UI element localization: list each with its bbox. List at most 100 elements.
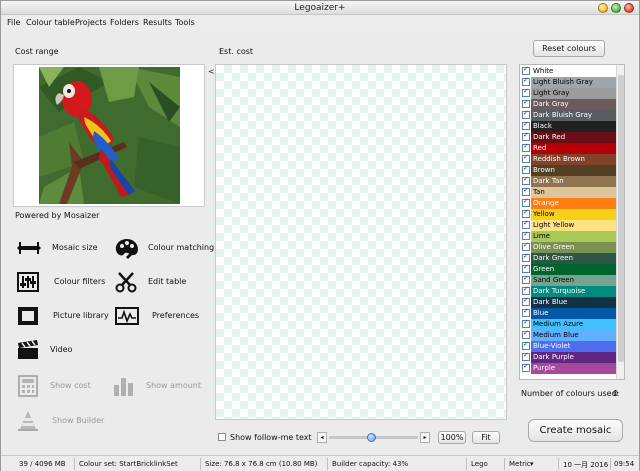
edit-table-tool[interactable]: Edit table	[114, 271, 209, 295]
colour-checkbox[interactable]	[522, 164, 530, 174]
colour-row[interactable]: Olive Green	[520, 241, 616, 253]
mosaic-canvas[interactable]	[215, 64, 507, 420]
colour-row[interactable]: Green	[520, 263, 616, 275]
status-separator	[610, 458, 611, 470]
picture-library-tool[interactable]: Picture library	[16, 305, 111, 329]
colour-checkbox[interactable]	[522, 98, 530, 108]
show-cost-tool[interactable]: Show cost	[16, 375, 111, 399]
colour-checkbox[interactable]	[522, 263, 530, 273]
colour-row[interactable]: Red	[520, 142, 616, 154]
colour-name: Tan	[533, 188, 545, 196]
menu-results[interactable]: Results	[143, 18, 172, 27]
colour-row[interactable]: Yellow	[520, 208, 616, 220]
colour-checkbox[interactable]	[522, 87, 530, 97]
colour-row[interactable]: Medium Azure	[520, 318, 616, 330]
reset-colours-button[interactable]: Reset colours	[533, 40, 605, 57]
colour-row[interactable]: Orange	[520, 197, 616, 209]
preferences-tool[interactable]: Preferences	[114, 305, 209, 329]
units-dropdown-icon[interactable]: ▾	[530, 460, 534, 468]
colour-name: Red	[533, 144, 547, 152]
colour-checkbox[interactable]	[522, 274, 530, 284]
colour-checkbox[interactable]	[522, 340, 530, 350]
colour-row[interactable]: Blue-Violet	[520, 340, 616, 352]
colour-checkbox[interactable]	[522, 208, 530, 218]
colour-row[interactable]: Black	[520, 120, 616, 132]
colour-checkbox[interactable]	[522, 65, 530, 75]
colour-checkbox[interactable]	[522, 351, 530, 361]
colour-row[interactable]: White	[520, 65, 616, 77]
colour-checkbox[interactable]	[522, 131, 530, 141]
colour-row[interactable]: Purple	[520, 362, 616, 374]
colour-row[interactable]: Medium Blue	[520, 329, 616, 341]
colour-filters-tool[interactable]: Colour filters	[16, 271, 111, 295]
colour-checkbox[interactable]	[522, 153, 530, 163]
colour-checkbox[interactable]	[522, 230, 530, 240]
colour-matching-tool[interactable]: Colour matching	[114, 237, 214, 261]
colour-list[interactable]: White Light Bluish Gray Light Gray Dark Gra…	[519, 64, 625, 380]
create-mosaic-button[interactable]: Create mosaic	[528, 419, 623, 442]
colour-swatch: Dark Green	[531, 253, 616, 264]
menu-file[interactable]: File	[7, 18, 20, 27]
colour-checkbox[interactable]	[522, 318, 530, 328]
colour-row[interactable]: Dark Turquoise	[520, 285, 616, 297]
scrollbar-thumb[interactable]	[618, 75, 624, 362]
show-builder-tool[interactable]: Show Builder	[16, 410, 111, 434]
colour-checkbox[interactable]	[522, 219, 530, 229]
colour-checkbox[interactable]	[522, 175, 530, 185]
colour-checkbox[interactable]	[522, 285, 530, 295]
colour-swatch: Blue	[531, 308, 616, 319]
colour-checkbox[interactable]	[522, 329, 530, 339]
slider-right-arrow-icon[interactable]: ▸	[420, 432, 430, 443]
show-follow-checkbox[interactable]	[218, 433, 226, 441]
zoom-value-button[interactable]: 100%	[438, 431, 466, 444]
colour-row[interactable]: Dark Red	[520, 131, 616, 143]
colour-row[interactable]: Dark Purple	[520, 351, 616, 363]
colour-row[interactable]: Dark Bluish Gray	[520, 109, 616, 121]
colour-checkbox[interactable]	[522, 120, 530, 130]
colour-row[interactable]: Lime	[520, 230, 616, 242]
mosaic-size-tool[interactable]: Mosaic size	[16, 237, 111, 261]
colour-row[interactable]: Dark Green	[520, 252, 616, 264]
colour-row[interactable]: Reddish Brown	[520, 153, 616, 165]
colour-list-scrollbar[interactable]	[616, 65, 624, 379]
collapse-panel-arrow[interactable]: <	[208, 67, 215, 76]
clapperboard-icon	[18, 340, 38, 359]
colour-checkbox[interactable]	[522, 109, 530, 119]
colour-checkbox[interactable]	[522, 197, 530, 207]
status-separator	[74, 458, 75, 470]
colour-checkbox[interactable]	[522, 186, 530, 196]
zoom-slider[interactable]: ◂ ▸	[317, 432, 430, 443]
colour-checkbox[interactable]	[522, 76, 530, 86]
colour-row[interactable]: Blue	[520, 307, 616, 319]
colour-row[interactable]: Sand Green	[520, 274, 616, 286]
menu-tools[interactable]: Tools	[175, 18, 195, 27]
menu-colour-table[interactable]: Colour table	[26, 18, 75, 27]
menu-folders[interactable]: Folders	[110, 18, 139, 27]
video-tool[interactable]: Video	[16, 339, 111, 363]
colour-row[interactable]: Light Bluish Gray	[520, 76, 616, 88]
colour-row[interactable]: Tan	[520, 186, 616, 198]
colour-checkbox[interactable]	[522, 252, 530, 262]
colour-checkbox[interactable]	[522, 241, 530, 251]
colour-checkbox[interactable]	[522, 307, 530, 317]
colour-row[interactable]: Dark Blue	[520, 296, 616, 308]
slider-thumb[interactable]	[367, 433, 376, 442]
minimize-button[interactable]	[598, 3, 608, 13]
window-title: Legoaizer+	[294, 3, 346, 13]
close-button[interactable]	[624, 3, 634, 13]
colour-checkbox[interactable]	[522, 142, 530, 152]
colour-row[interactable]: Light Yellow	[520, 219, 616, 231]
maximize-button[interactable]	[611, 3, 621, 13]
show-amount-tool[interactable]: Show amount	[111, 375, 209, 399]
colour-row[interactable]: Dark Gray	[520, 98, 616, 110]
status-colour-set: Colour set: StartBricklinkSet	[79, 460, 178, 468]
slider-left-arrow-icon[interactable]: ◂	[317, 432, 327, 443]
colour-row[interactable]: Brown	[520, 164, 616, 176]
colour-checkbox[interactable]	[522, 362, 530, 372]
colour-row[interactable]: Light Gray	[520, 87, 616, 99]
colour-row[interactable]: Dark Tan	[520, 175, 616, 187]
menu-projects[interactable]: Projects	[75, 18, 107, 27]
colour-name: Sand Green	[533, 276, 575, 284]
fit-button[interactable]: Fit	[472, 431, 500, 444]
colour-checkbox[interactable]	[522, 296, 530, 306]
